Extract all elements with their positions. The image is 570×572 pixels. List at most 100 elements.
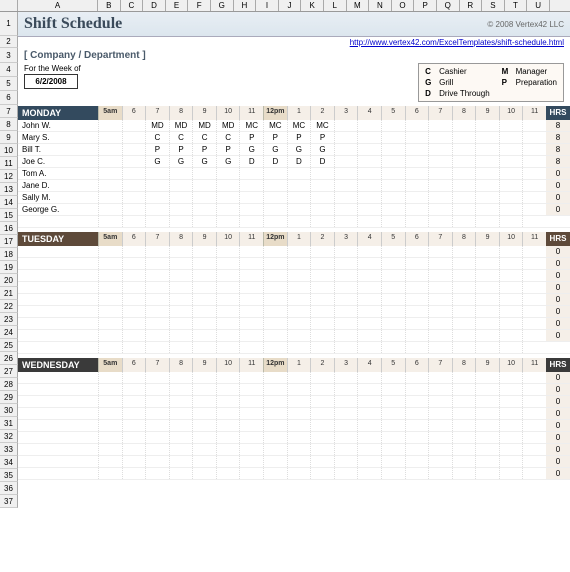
shift-cell[interactable]	[122, 192, 146, 203]
shift-cell[interactable]	[98, 180, 122, 191]
shift-cell[interactable]	[405, 444, 429, 455]
shift-cell[interactable]	[334, 420, 358, 431]
shift-cell[interactable]	[98, 372, 122, 383]
shift-cell[interactable]	[263, 444, 287, 455]
shift-cell[interactable]	[405, 156, 429, 167]
shift-cell[interactable]	[122, 384, 146, 395]
shift-cell[interactable]	[122, 294, 146, 305]
shift-cell[interactable]	[192, 282, 216, 293]
shift-cell[interactable]	[334, 258, 358, 269]
shift-cell[interactable]	[522, 318, 546, 329]
shift-cell[interactable]	[499, 156, 523, 167]
shift-cell[interactable]	[405, 192, 429, 203]
shift-cell[interactable]: G	[310, 144, 334, 155]
shift-cell[interactable]	[381, 294, 405, 305]
shift-cell[interactable]	[475, 294, 499, 305]
shift-cell[interactable]	[334, 204, 358, 215]
shift-cell[interactable]	[475, 180, 499, 191]
row-header[interactable]: 8	[0, 118, 18, 131]
employee-name[interactable]	[18, 468, 98, 479]
shift-cell[interactable]: C	[169, 132, 193, 143]
shift-cell[interactable]	[381, 396, 405, 407]
shift-cell[interactable]	[239, 192, 263, 203]
shift-cell[interactable]	[310, 444, 334, 455]
employee-name[interactable]	[18, 444, 98, 455]
column-header[interactable]: H	[234, 0, 257, 11]
shift-cell[interactable]	[499, 444, 523, 455]
row-header[interactable]: 11	[0, 157, 18, 170]
shift-cell[interactable]	[98, 168, 122, 179]
shift-cell[interactable]	[310, 372, 334, 383]
row-header[interactable]: 22	[0, 300, 18, 313]
row-header[interactable]: 7	[0, 105, 18, 118]
employee-name[interactable]	[18, 408, 98, 419]
shift-cell[interactable]	[98, 306, 122, 317]
shift-cell[interactable]	[122, 120, 146, 131]
row-header[interactable]: 14	[0, 196, 18, 209]
shift-cell[interactable]	[475, 156, 499, 167]
shift-cell[interactable]	[216, 168, 240, 179]
shift-cell[interactable]	[475, 468, 499, 479]
shift-cell[interactable]	[334, 330, 358, 341]
shift-cell[interactable]	[428, 246, 452, 257]
shift-cell[interactable]	[381, 156, 405, 167]
shift-cell[interactable]	[522, 132, 546, 143]
shift-cell[interactable]	[522, 120, 546, 131]
shift-cell[interactable]	[405, 318, 429, 329]
shift-cell[interactable]	[428, 132, 452, 143]
shift-cell[interactable]: P	[263, 132, 287, 143]
shift-cell[interactable]	[357, 468, 381, 479]
shift-cell[interactable]	[263, 468, 287, 479]
shift-cell[interactable]: G	[145, 156, 169, 167]
shift-cell[interactable]	[381, 132, 405, 143]
shift-cell[interactable]	[405, 132, 429, 143]
shift-cell[interactable]	[263, 432, 287, 443]
shift-cell[interactable]	[287, 180, 311, 191]
shift-cell[interactable]	[405, 408, 429, 419]
shift-cell[interactable]	[98, 444, 122, 455]
shift-cell[interactable]	[522, 384, 546, 395]
shift-cell[interactable]	[287, 330, 311, 341]
shift-cell[interactable]	[122, 204, 146, 215]
shift-cell[interactable]	[357, 456, 381, 467]
shift-cell[interactable]: D	[287, 156, 311, 167]
shift-cell[interactable]: MC	[310, 120, 334, 131]
shift-cell[interactable]	[381, 120, 405, 131]
employee-name[interactable]	[18, 306, 98, 317]
shift-cell[interactable]	[98, 420, 122, 431]
shift-cell[interactable]	[263, 330, 287, 341]
employee-name[interactable]: George G.	[18, 204, 98, 215]
shift-cell[interactable]: C	[216, 132, 240, 143]
shift-cell[interactable]	[334, 120, 358, 131]
shift-cell[interactable]	[239, 306, 263, 317]
shift-cell[interactable]	[428, 192, 452, 203]
shift-cell[interactable]	[428, 168, 452, 179]
shift-cell[interactable]	[499, 282, 523, 293]
shift-cell[interactable]	[310, 468, 334, 479]
shift-cell[interactable]	[522, 306, 546, 317]
shift-cell[interactable]	[499, 384, 523, 395]
shift-cell[interactable]	[192, 468, 216, 479]
shift-cell[interactable]	[475, 144, 499, 155]
shift-cell[interactable]	[310, 204, 334, 215]
shift-cell[interactable]	[499, 330, 523, 341]
shift-cell[interactable]	[239, 396, 263, 407]
shift-cell[interactable]	[522, 204, 546, 215]
shift-cell[interactable]	[192, 372, 216, 383]
shift-cell[interactable]	[98, 204, 122, 215]
shift-cell[interactable]	[357, 432, 381, 443]
shift-cell[interactable]	[499, 468, 523, 479]
shift-cell[interactable]	[263, 306, 287, 317]
row-header[interactable]: 12	[0, 170, 18, 183]
shift-cell[interactable]	[216, 330, 240, 341]
shift-cell[interactable]	[522, 294, 546, 305]
shift-cell[interactable]	[381, 258, 405, 269]
shift-cell[interactable]	[192, 408, 216, 419]
shift-cell[interactable]: D	[263, 156, 287, 167]
shift-cell[interactable]: G	[263, 144, 287, 155]
shift-cell[interactable]	[263, 396, 287, 407]
shift-cell[interactable]	[122, 258, 146, 269]
shift-cell[interactable]	[357, 144, 381, 155]
shift-cell[interactable]	[216, 384, 240, 395]
shift-cell[interactable]	[239, 294, 263, 305]
